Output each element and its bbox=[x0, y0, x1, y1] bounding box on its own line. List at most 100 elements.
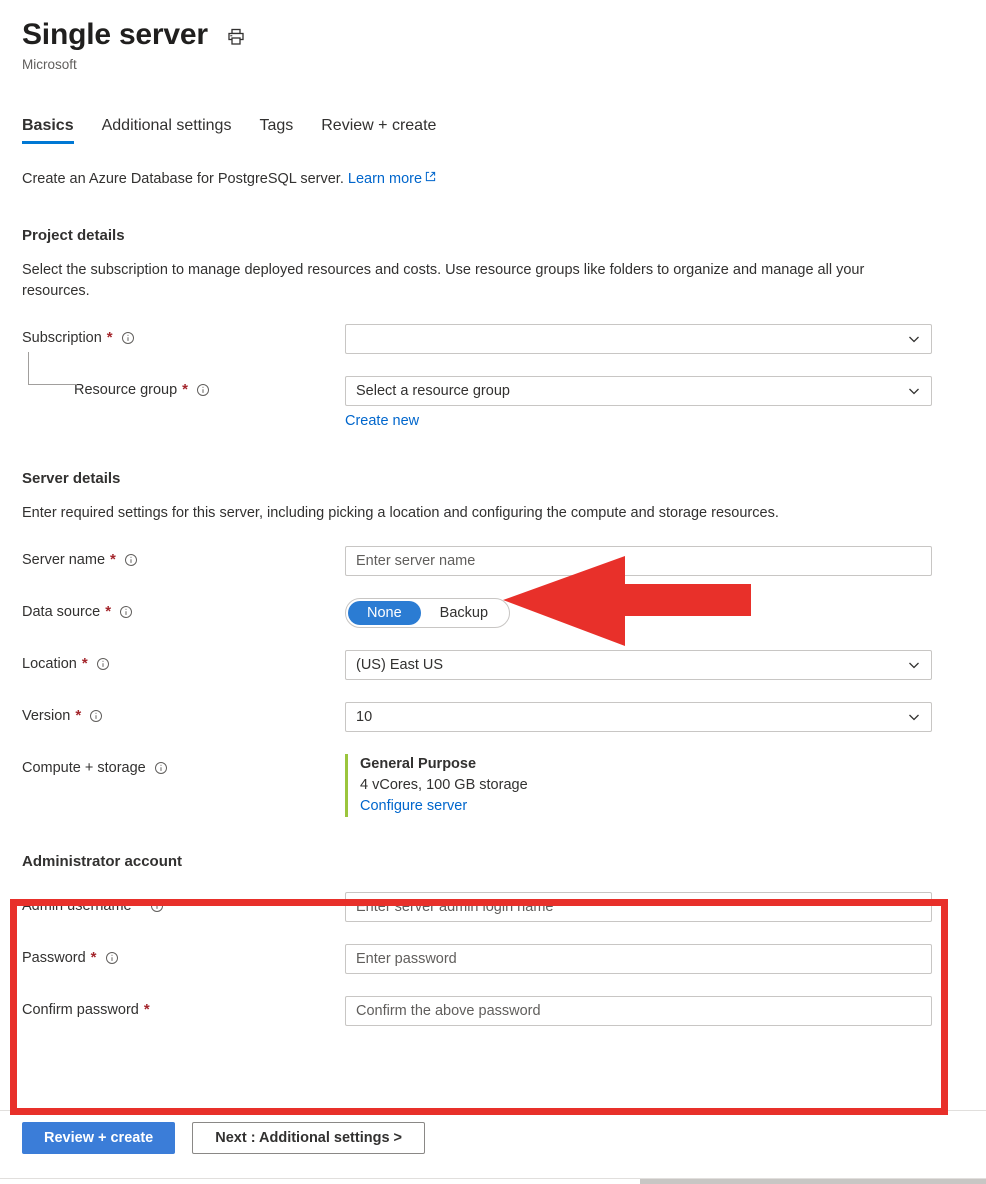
server-details-heading: Server details bbox=[22, 469, 121, 487]
password-control bbox=[345, 943, 986, 974]
compute-storage-card: General Purpose 4 vCores, 100 GB storage… bbox=[345, 753, 986, 817]
chevron-down-icon bbox=[907, 384, 921, 398]
data-source-control: None Backup bbox=[345, 597, 986, 628]
resource-group-value: Select a resource group bbox=[356, 382, 510, 399]
server-name-control bbox=[345, 545, 986, 576]
info-icon[interactable] bbox=[121, 331, 135, 345]
password-label: Password bbox=[22, 949, 86, 966]
confirm-password-control bbox=[345, 995, 986, 1026]
resource-group-control: Select a resource group Create new bbox=[345, 375, 986, 430]
data-source-label-group: Data source * bbox=[22, 598, 345, 620]
footer-divider bbox=[0, 1110, 986, 1111]
tab-tags[interactable]: Tags bbox=[259, 117, 293, 144]
version-dropdown[interactable]: 10 bbox=[345, 701, 932, 732]
compute-storage-label-group: Compute + storage bbox=[22, 754, 345, 776]
learn-more-link[interactable]: Learn more bbox=[348, 171, 422, 187]
project-details-heading: Project details bbox=[22, 226, 125, 244]
resource-group-label-group: Resource group * bbox=[22, 351, 345, 399]
data-source-option-none[interactable]: None bbox=[348, 600, 421, 625]
server-name-input[interactable] bbox=[345, 545, 932, 576]
admin-username-label: Admin username bbox=[22, 897, 132, 914]
review-create-button[interactable]: Review + create bbox=[22, 1122, 176, 1154]
data-source-option-backup[interactable]: Backup bbox=[421, 601, 507, 625]
field-row-subscription: Subscription * bbox=[22, 323, 986, 354]
page-title: Single server bbox=[22, 18, 208, 51]
create-new-resource-group-link[interactable]: Create new bbox=[345, 413, 419, 429]
version-control: 10 bbox=[345, 701, 986, 732]
resource-group-dropdown[interactable]: Select a resource group bbox=[345, 375, 932, 406]
required-marker: * bbox=[136, 897, 143, 915]
required-marker: * bbox=[182, 381, 189, 399]
confirm-password-input[interactable] bbox=[345, 995, 932, 1026]
required-marker: * bbox=[81, 655, 88, 673]
printer-icon[interactable] bbox=[226, 27, 246, 47]
required-marker: * bbox=[143, 1001, 150, 1019]
tab-basics[interactable]: Basics bbox=[22, 117, 74, 144]
field-row-password: Password * bbox=[22, 943, 986, 974]
required-marker: * bbox=[110, 551, 116, 569]
compute-storage-control: General Purpose 4 vCores, 100 GB storage… bbox=[345, 753, 986, 817]
footer-action-bar: Review + create Next : Additional settin… bbox=[22, 1122, 426, 1154]
admin-username-label-group: Admin username * bbox=[22, 892, 345, 914]
info-icon[interactable] bbox=[89, 709, 103, 723]
confirm-password-label: Confirm password bbox=[22, 1001, 139, 1018]
subscription-label-group: Subscription * bbox=[22, 324, 345, 346]
intro-text: Create an Azure Database for PostgreSQL … bbox=[22, 170, 986, 187]
subscription-dropdown[interactable] bbox=[345, 323, 932, 354]
compute-specs: 4 vCores, 100 GB storage bbox=[360, 776, 528, 793]
field-row-admin-username: Admin username * bbox=[22, 891, 986, 922]
configure-server-link[interactable]: Configure server bbox=[360, 798, 467, 814]
server-details-description: Enter required settings for this server,… bbox=[22, 504, 779, 521]
info-icon[interactable] bbox=[196, 383, 210, 397]
field-row-resource-group: Resource group * Select a resource group bbox=[22, 351, 986, 430]
administrator-account-section: Administrator account Admin username * E… bbox=[22, 853, 986, 1026]
location-control: (US) East US bbox=[345, 649, 986, 680]
subscription-label: Subscription bbox=[22, 329, 102, 346]
create-postgresql-server-page: Single server Microsoft Basics Additiona… bbox=[0, 0, 986, 1184]
password-label-group: Password * bbox=[22, 944, 345, 966]
required-marker: * bbox=[106, 329, 113, 347]
info-icon[interactable] bbox=[124, 553, 138, 567]
password-input[interactable] bbox=[345, 943, 932, 974]
location-label: Location bbox=[22, 655, 77, 672]
field-row-confirm-password: Confirm password * bbox=[22, 995, 986, 1026]
page-header: Single server Microsoft bbox=[0, 0, 986, 72]
server-name-label-group: Server name * bbox=[22, 546, 345, 568]
field-row-server-name: Server name * bbox=[22, 545, 986, 576]
project-details-description: Select the subscription to manage deploy… bbox=[22, 261, 865, 299]
chevron-down-icon bbox=[907, 332, 921, 346]
external-link-icon bbox=[425, 170, 436, 181]
info-icon[interactable] bbox=[105, 951, 119, 965]
subscription-control bbox=[345, 323, 986, 354]
tab-review-create[interactable]: Review + create bbox=[321, 117, 436, 144]
tree-connector-line bbox=[28, 351, 77, 385]
horizontal-scrollbar[interactable] bbox=[640, 1179, 986, 1184]
confirm-password-label-group: Confirm password * bbox=[22, 996, 345, 1018]
title-row: Single server bbox=[22, 18, 986, 53]
compute-storage-label: Compute + storage bbox=[22, 759, 146, 776]
version-label: Version bbox=[22, 707, 71, 724]
intro-sentence: Create an Azure Database for PostgreSQL … bbox=[22, 170, 344, 187]
next-additional-settings-button[interactable]: Next : Additional settings > bbox=[192, 1122, 426, 1154]
required-marker: * bbox=[105, 603, 112, 621]
info-icon[interactable] bbox=[150, 899, 164, 913]
field-row-data-source: Data source * None Backup bbox=[22, 597, 986, 628]
administrator-account-heading: Administrator account bbox=[22, 852, 183, 870]
info-icon[interactable] bbox=[96, 657, 110, 671]
tab-additional-settings[interactable]: Additional settings bbox=[102, 117, 232, 144]
info-icon[interactable] bbox=[154, 761, 168, 775]
data-source-toggle[interactable]: None Backup bbox=[345, 597, 511, 628]
publisher-name: Microsoft bbox=[22, 56, 77, 72]
admin-username-input[interactable] bbox=[345, 891, 932, 922]
version-label-group: Version * bbox=[22, 702, 345, 724]
field-row-version: Version * 10 bbox=[22, 701, 986, 732]
location-value: (US) East US bbox=[356, 656, 444, 673]
admin-username-control bbox=[345, 891, 986, 922]
resource-group-label: Resource group bbox=[74, 381, 178, 398]
tab-bar: Basics Additional settings Tags Review +… bbox=[22, 110, 986, 144]
field-row-compute-storage: Compute + storage General Purpose 4 vCor… bbox=[22, 753, 986, 817]
chevron-down-icon bbox=[907, 658, 921, 672]
required-marker: * bbox=[75, 707, 82, 725]
info-icon[interactable] bbox=[119, 605, 133, 619]
location-dropdown[interactable]: (US) East US bbox=[345, 649, 932, 680]
